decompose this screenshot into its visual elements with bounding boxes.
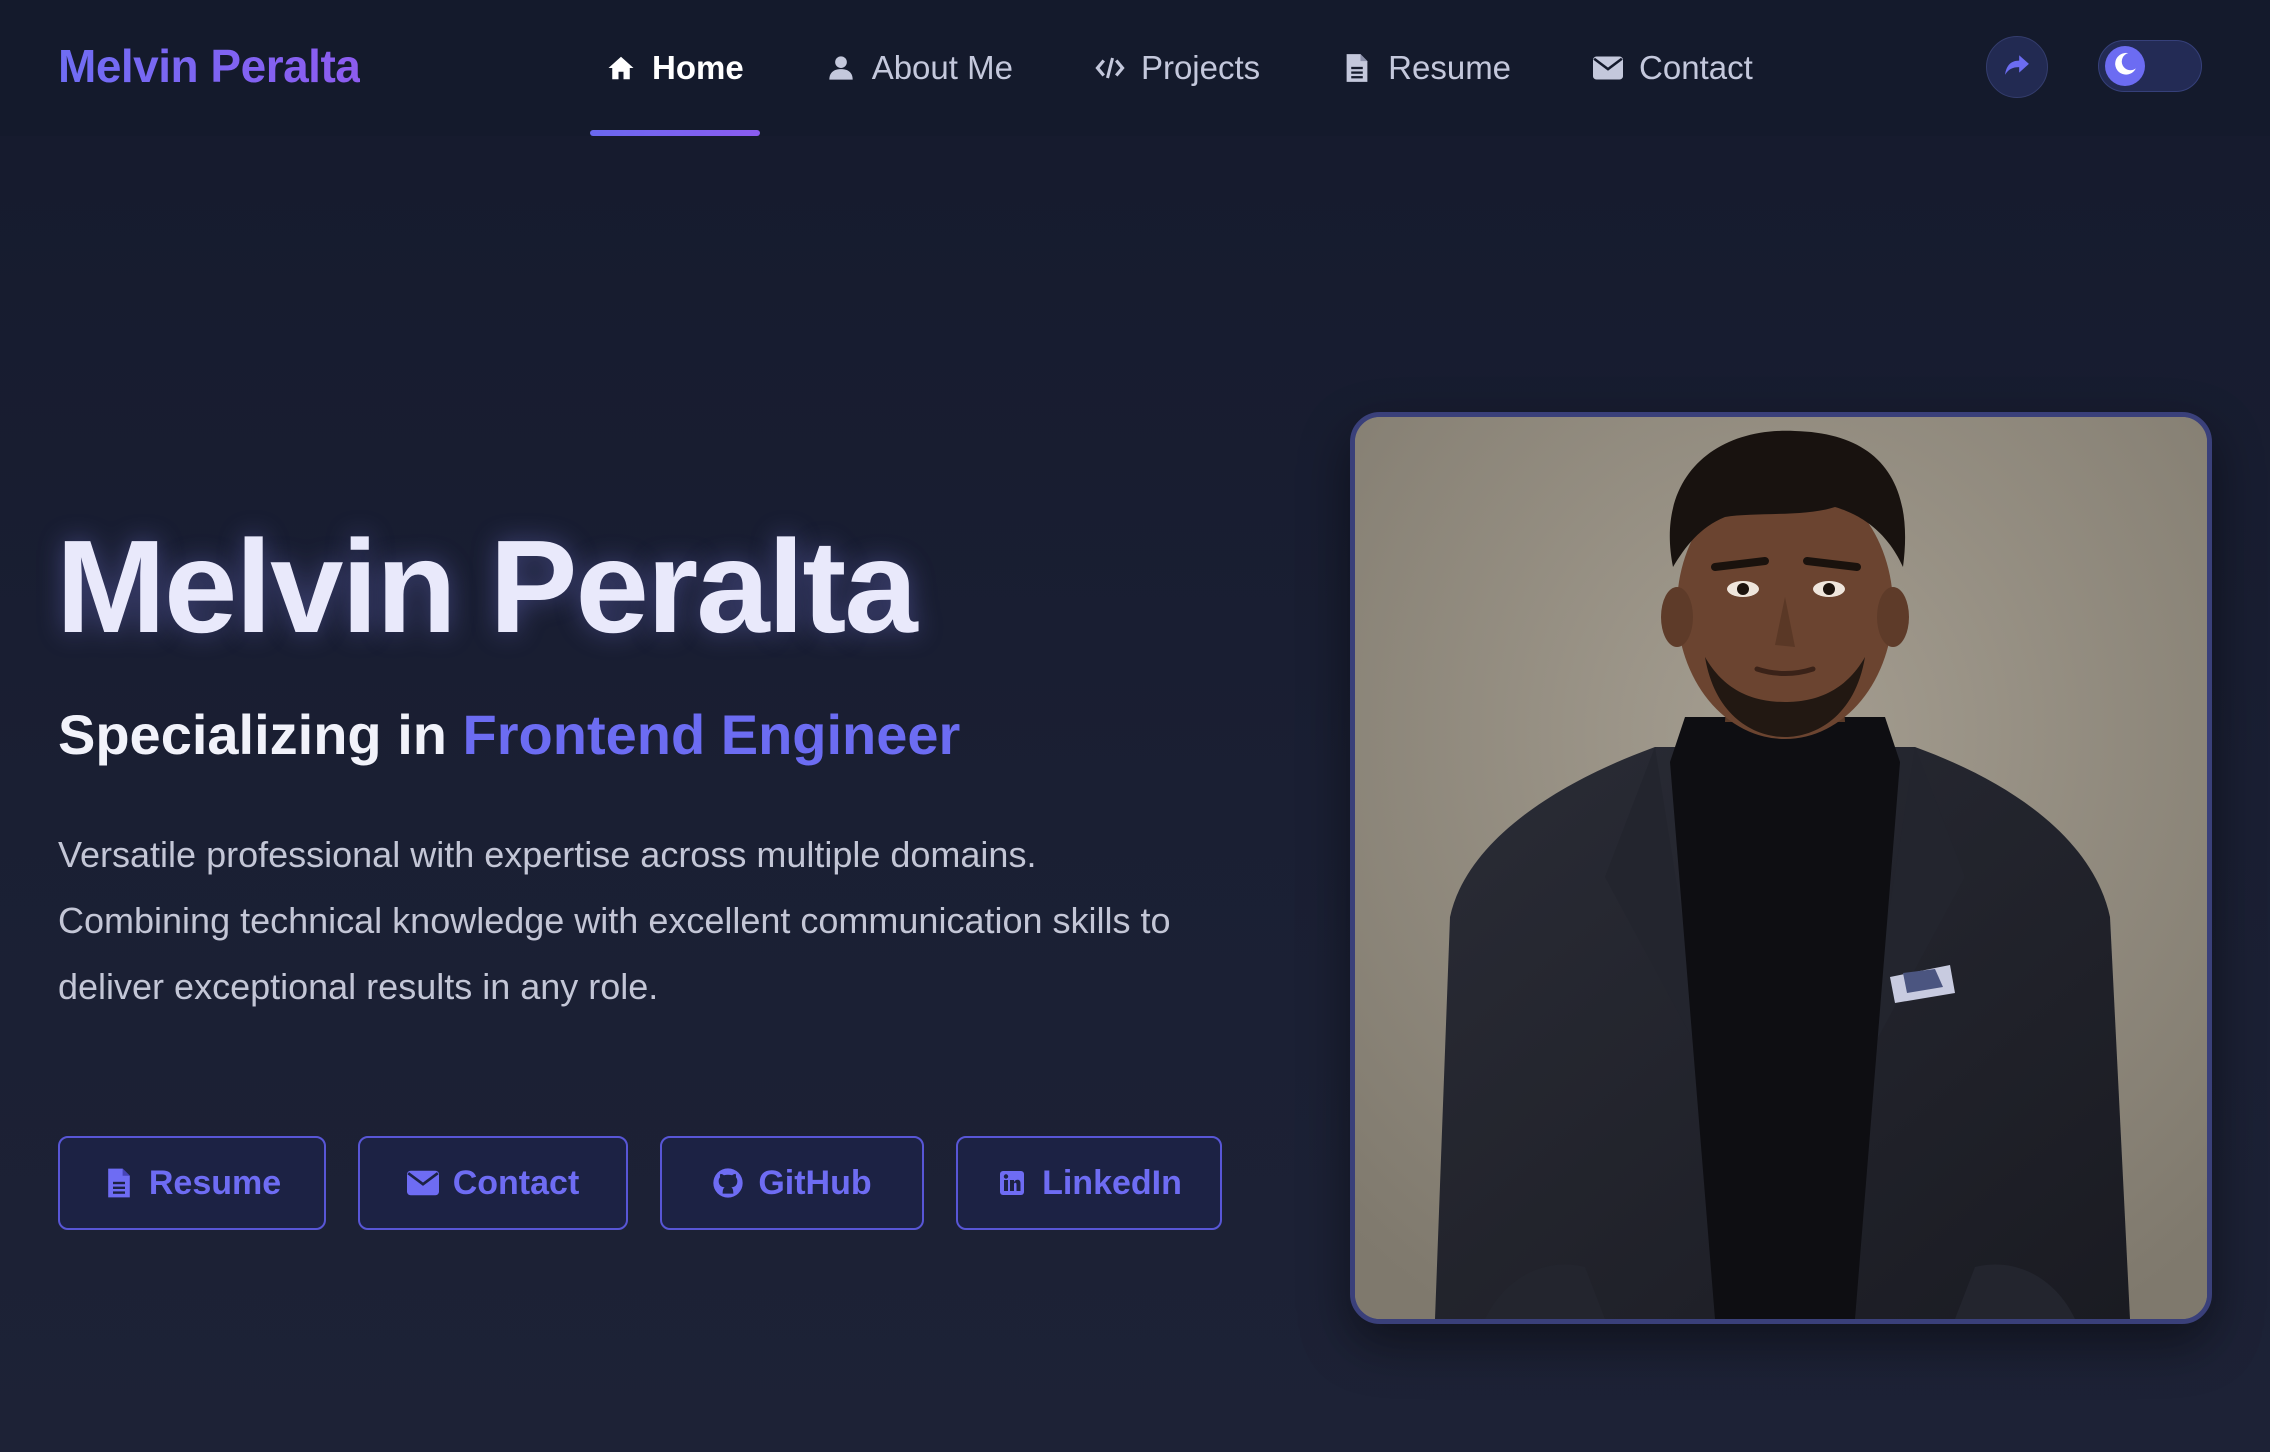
hero-description-line: deliver exceptional results in any role. [58, 966, 659, 1007]
user-icon [826, 53, 856, 83]
linkedin-button-label: LinkedIn [1042, 1163, 1182, 1202]
code-icon [1095, 53, 1125, 83]
github-button-label: GitHub [758, 1163, 872, 1202]
nav-item-home[interactable]: Home [590, 0, 760, 136]
share-icon [2004, 53, 2030, 82]
linkedin-button[interactable]: LinkedIn [956, 1136, 1222, 1230]
hero-actions: Resume Contact GitHub LinkedIn [58, 1136, 1254, 1230]
nav-label-projects: Projects [1140, 49, 1261, 86]
hero-description: Versatile professional with expertise ac… [58, 822, 1298, 1020]
nav-item-about[interactable]: About Me [810, 0, 1029, 136]
github-button[interactable]: GitHub [660, 1136, 924, 1230]
hero-subtitle-prefix: Specializing in [58, 703, 447, 766]
nav-item-resume[interactable]: Resume [1326, 0, 1527, 136]
nav-label-contact: Contact [1639, 49, 1753, 86]
share-button[interactable] [1986, 36, 2048, 98]
brand-logo[interactable]: Melvin Peralta [58, 38, 361, 94]
nav-label-about: About Me [871, 49, 1013, 86]
hero-description-line: Versatile professional with expertise ac… [58, 834, 1037, 875]
profile-photo [1350, 412, 2212, 1324]
hero-role: Frontend Engineer [462, 703, 961, 766]
moon-icon [2112, 51, 2138, 82]
home-icon [606, 53, 636, 83]
resume-button[interactable]: Resume [58, 1136, 326, 1230]
theme-toggle[interactable] [2098, 40, 2202, 92]
file-icon [103, 1167, 135, 1199]
linkedin-icon [996, 1167, 1028, 1199]
theme-toggle-knob [2105, 46, 2145, 86]
hero-description-line: Combining technical knowledge with excel… [58, 900, 1171, 941]
contact-button-label: Contact [452, 1163, 580, 1202]
navbar: Melvin Peralta Home About Me Projects Re… [0, 0, 2270, 136]
nav-label-home: Home [652, 49, 744, 86]
nav-item-contact[interactable]: Contact [1577, 0, 1769, 136]
hero-subtitle: Specializing in Frontend Engineer [58, 700, 960, 770]
nav-item-projects[interactable]: Projects [1079, 0, 1276, 136]
active-nav-indicator [590, 130, 760, 136]
github-icon [712, 1167, 744, 1199]
resume-button-label: Resume [148, 1163, 282, 1202]
contact-button[interactable]: Contact [358, 1136, 628, 1230]
main-nav: Home About Me Projects Resume Contact [590, 0, 1819, 136]
file-icon [1342, 53, 1372, 83]
portrait-illustration [1355, 417, 2207, 1319]
nav-label-resume: Resume [1388, 49, 1512, 86]
envelope-icon [1593, 53, 1624, 83]
hero-title: Melvin Peralta [56, 513, 918, 660]
envelope-icon [406, 1167, 439, 1199]
